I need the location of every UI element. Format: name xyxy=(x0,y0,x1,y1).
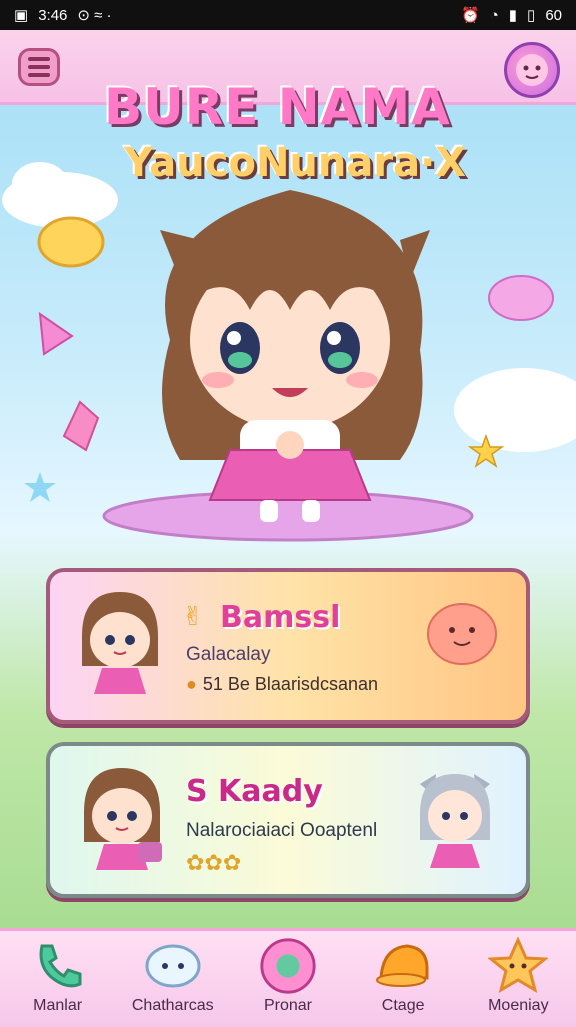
nav-label: Moeniay xyxy=(488,997,549,1014)
character-card[interactable]: S Kaady Nalarociaiaci Ooaptenl ✿✿✿ xyxy=(46,742,530,898)
nav-label: Chatharcas xyxy=(131,997,214,1014)
nav-item-chatharcas[interactable]: Chatharcas xyxy=(118,931,228,1027)
card-stat-row: ● 51 Be Blaarisdcsanan xyxy=(186,674,378,695)
game-title: BURE NAMA xyxy=(104,78,451,136)
gem-decoration xyxy=(38,311,74,356)
bottom-navigation: Manlar Chatharcas Pronar Ctage Moeniay xyxy=(0,928,576,1027)
card-stars: ✿✿✿ xyxy=(186,850,241,876)
nav-label: Manlar xyxy=(33,997,83,1014)
chat-bubble-icon xyxy=(142,937,204,995)
card-subtitle: Galacalay xyxy=(186,644,271,665)
nav-item-pronar[interactable]: Pronar xyxy=(233,931,343,1027)
alarm-icon: ⏰ xyxy=(461,7,480,24)
notification-icon: ⊙ ≈ · xyxy=(77,7,112,24)
face-icon xyxy=(516,54,548,86)
m-app-icon: ▣ xyxy=(14,7,29,24)
character-card[interactable]: ✌ Bamssl Galacalay ● 51 Be Blaarisdcsana… xyxy=(46,568,530,724)
character-portrait xyxy=(82,592,158,694)
card-subtitle: Nalarociaiaci Ooaptenl xyxy=(186,820,378,841)
menu-line xyxy=(28,65,50,69)
card-character-name: S Kaady xyxy=(186,774,323,809)
star-icon: ✿✿✿ xyxy=(186,850,242,875)
nav-label: Pronar xyxy=(263,997,312,1014)
phone-icon xyxy=(27,937,89,995)
character-portrait xyxy=(420,774,490,868)
hand-icon: ✌ xyxy=(182,602,204,632)
menu-button[interactable] xyxy=(18,48,60,86)
nav-item-manlar[interactable]: Manlar xyxy=(3,931,113,1027)
status-bar: ▣ 3:46 ⊙ ≈ · ⏰ ◔ ▮ ▯ 60 xyxy=(0,0,576,30)
gem-decoration xyxy=(62,400,100,452)
hat-icon xyxy=(372,937,434,995)
star-icon xyxy=(487,937,549,995)
menu-line xyxy=(28,73,50,77)
coin-icon: ● xyxy=(186,674,197,694)
menu-line xyxy=(28,57,50,61)
wifi-icon: ◔ xyxy=(489,6,499,24)
nav-label: Ctage xyxy=(381,997,425,1014)
profile-avatar-button[interactable] xyxy=(504,42,560,98)
battery-percent: 60 xyxy=(545,6,562,24)
hero-character xyxy=(102,190,474,542)
star-decoration xyxy=(24,472,56,502)
yellow-cloud-decoration xyxy=(37,216,105,268)
status-time: 3:46 xyxy=(38,6,68,24)
character-portrait xyxy=(84,768,162,870)
blob-mascot-icon xyxy=(427,603,497,665)
card-stat-text: 51 Be Blaarisdcsanan xyxy=(202,674,378,694)
card-character-name: Bamssl xyxy=(220,600,341,635)
pink-cloud-decoration xyxy=(488,275,554,321)
heart-circle-icon xyxy=(257,937,319,995)
signal-icon: ▮ xyxy=(508,7,518,24)
nav-item-ctage[interactable]: Ctage xyxy=(348,931,458,1027)
nav-item-moeniay[interactable]: Moeniay xyxy=(463,931,573,1027)
battery-icon: ▯ xyxy=(527,7,536,24)
